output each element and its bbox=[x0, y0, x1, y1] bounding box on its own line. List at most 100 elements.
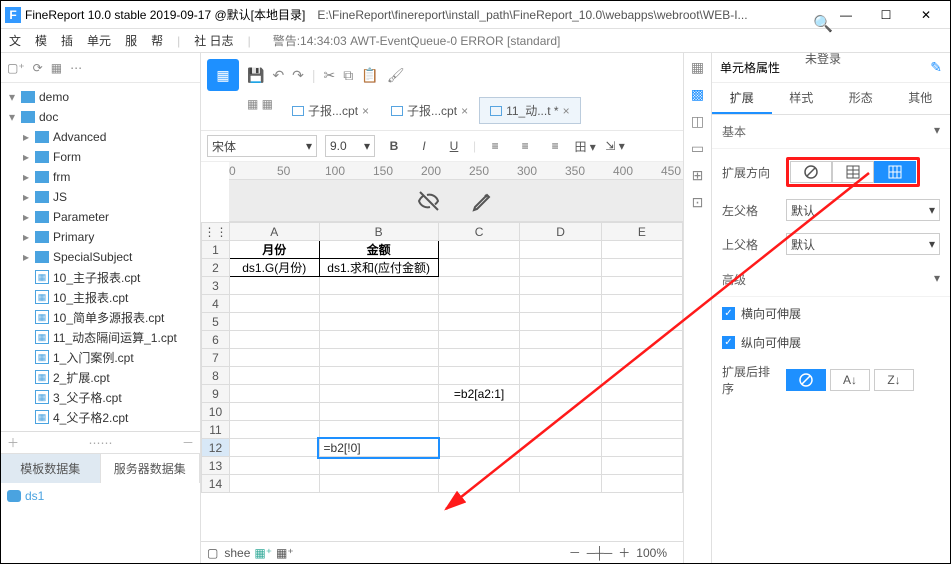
cell-C10[interactable] bbox=[438, 403, 520, 421]
cell-E13[interactable] bbox=[601, 457, 682, 475]
cell-E10[interactable] bbox=[601, 403, 682, 421]
vbar-grid-icon[interactable]: ▦ bbox=[691, 59, 704, 76]
cell-C8[interactable] bbox=[438, 367, 520, 385]
sheet-dup-icon[interactable]: ▦⁺ bbox=[276, 546, 294, 560]
section-advanced[interactable]: 高级▾ bbox=[712, 263, 950, 297]
cell-D12[interactable] bbox=[520, 439, 601, 457]
tree-item[interactable]: ▸Primary bbox=[1, 227, 200, 247]
cell-D2[interactable] bbox=[520, 259, 601, 277]
tree-item[interactable]: ▦2_扩展.cpt bbox=[1, 367, 200, 387]
cell-A12[interactable] bbox=[229, 439, 319, 457]
cell-C3[interactable] bbox=[438, 277, 520, 295]
italic-button[interactable]: I bbox=[413, 135, 435, 157]
cell-D1[interactable] bbox=[520, 241, 601, 259]
sheet-tab[interactable]: shee▦⁺▦⁺ bbox=[224, 546, 293, 560]
cell-E1[interactable] bbox=[601, 241, 682, 259]
menu-server[interactable]: 服 bbox=[125, 32, 137, 49]
cell-A2[interactable]: ds1.G(月份) bbox=[229, 259, 319, 277]
cell-B2[interactable]: ds1.求和(应付金额) bbox=[319, 259, 438, 277]
cut-icon[interactable]: ✂ bbox=[324, 67, 336, 84]
tree-item[interactable]: ▸JS bbox=[1, 187, 200, 207]
cell-B13[interactable] bbox=[319, 457, 438, 475]
dir-vertical[interactable] bbox=[832, 161, 874, 183]
cell-E5[interactable] bbox=[601, 313, 682, 331]
cell-D11[interactable] bbox=[520, 421, 601, 439]
tree-item[interactable]: ▾doc bbox=[1, 107, 200, 127]
cell-C1[interactable] bbox=[438, 241, 520, 259]
cell-C14[interactable] bbox=[438, 475, 520, 493]
font-select[interactable]: 宋体▾ bbox=[207, 135, 317, 157]
vbar-more1-icon[interactable]: ⊞ bbox=[692, 167, 704, 184]
cell-A13[interactable] bbox=[229, 457, 319, 475]
del-ds-icon[interactable]: － bbox=[182, 434, 194, 451]
cell-B8[interactable] bbox=[319, 367, 438, 385]
align-right-icon[interactable]: ≡ bbox=[544, 135, 566, 157]
cell-A3[interactable] bbox=[229, 277, 319, 295]
tree-item[interactable]: ▸Form bbox=[1, 147, 200, 167]
vbar-crop-icon[interactable]: ◫ bbox=[691, 113, 704, 130]
ptab-expand[interactable]: 扩展 bbox=[712, 83, 772, 114]
vbar-more2-icon[interactable]: ⊡ bbox=[692, 194, 704, 211]
tree-item[interactable]: ▾demo bbox=[1, 87, 200, 107]
cell-E7[interactable] bbox=[601, 349, 682, 367]
tree-item[interactable]: ▦10_主子报表.cpt bbox=[1, 267, 200, 287]
cell-B6[interactable] bbox=[319, 331, 438, 349]
cell-C6[interactable] bbox=[438, 331, 520, 349]
tree-item[interactable]: ▸SpecialSubject bbox=[1, 247, 200, 267]
pencil-icon[interactable] bbox=[471, 189, 495, 213]
tab-template-ds[interactable]: 模板数据集 bbox=[1, 454, 101, 483]
tree-item[interactable]: ▦10_主报表.cpt bbox=[1, 287, 200, 307]
cell-E11[interactable] bbox=[601, 421, 682, 439]
cell-B14[interactable] bbox=[319, 475, 438, 493]
cell-C11[interactable] bbox=[438, 421, 520, 439]
menu-help[interactable]: 帮 bbox=[151, 32, 163, 49]
tree-item[interactable]: ▦11_动态隔间运算_1.cpt bbox=[1, 327, 200, 347]
eye-off-icon[interactable] bbox=[417, 189, 441, 213]
cell-A4[interactable] bbox=[229, 295, 319, 313]
bold-button[interactable]: B bbox=[383, 135, 405, 157]
cell-A14[interactable] bbox=[229, 475, 319, 493]
cell-D10[interactable] bbox=[520, 403, 601, 421]
cell-E8[interactable] bbox=[601, 367, 682, 385]
menu-cell[interactable]: 单元 bbox=[87, 32, 111, 49]
tree-item[interactable]: ▸frm bbox=[1, 167, 200, 187]
zoom-slider[interactable]: ─┼─ bbox=[587, 546, 613, 560]
cell-A10[interactable] bbox=[229, 403, 319, 421]
borders-icon[interactable]: 田 ▾ bbox=[574, 135, 596, 157]
tab-close-icon[interactable]: × bbox=[362, 104, 369, 118]
checkbox-h-stretch[interactable]: ✓横向可伸展 bbox=[722, 305, 940, 322]
sort-asc[interactable]: A↓ bbox=[830, 369, 870, 391]
sheet-nav-icon[interactable]: ▢ bbox=[207, 546, 218, 560]
cell-B12[interactable]: =b2[!0] bbox=[319, 439, 438, 457]
tree-item[interactable]: ▦3_父子格.cpt bbox=[1, 387, 200, 407]
log-button[interactable]: 社 日志 bbox=[194, 32, 233, 49]
cell-C7[interactable] bbox=[438, 349, 520, 367]
new-icon[interactable]: ▢⁺ bbox=[7, 61, 25, 75]
copy-icon[interactable]: ⧉ bbox=[343, 67, 353, 84]
cell-B4[interactable] bbox=[319, 295, 438, 313]
cell-E2[interactable] bbox=[601, 259, 682, 277]
cell-A5[interactable] bbox=[229, 313, 319, 331]
cell-B9[interactable] bbox=[319, 385, 438, 403]
tab-close-icon[interactable]: × bbox=[563, 104, 570, 118]
tree-item[interactable]: ▦4_父子格2.cpt bbox=[1, 407, 200, 427]
cell-E6[interactable] bbox=[601, 331, 682, 349]
layout-icon[interactable]: ▦ bbox=[51, 61, 62, 75]
cell-A8[interactable] bbox=[229, 367, 319, 385]
vbar-block-icon[interactable]: ▩ bbox=[691, 86, 704, 103]
add-ds-icon[interactable]: ＋ bbox=[7, 434, 19, 451]
refresh-icon[interactable]: ⟳ bbox=[33, 61, 43, 75]
underline-button[interactable]: U bbox=[443, 135, 465, 157]
panel-edit-icon[interactable]: ✎ bbox=[930, 59, 942, 76]
save-icon[interactable]: 💾 bbox=[247, 67, 264, 84]
panel-splitter[interactable]: ＋⋯⋯－ bbox=[1, 431, 200, 453]
cell-A9[interactable] bbox=[229, 385, 319, 403]
cell-C13[interactable] bbox=[438, 457, 520, 475]
tab-close-icon[interactable]: × bbox=[461, 104, 468, 118]
ptab-other[interactable]: 其他 bbox=[891, 83, 951, 114]
doc-tab[interactable]: 子报...cpt × bbox=[380, 97, 479, 124]
align-left-icon[interactable]: ≡ bbox=[484, 135, 506, 157]
tree-item[interactable]: ▸Parameter bbox=[1, 207, 200, 227]
file-tree[interactable]: ▾demo▾doc▸Advanced▸Form▸frm▸JS▸Parameter… bbox=[1, 83, 200, 431]
ptab-shape[interactable]: 形态 bbox=[831, 83, 891, 114]
